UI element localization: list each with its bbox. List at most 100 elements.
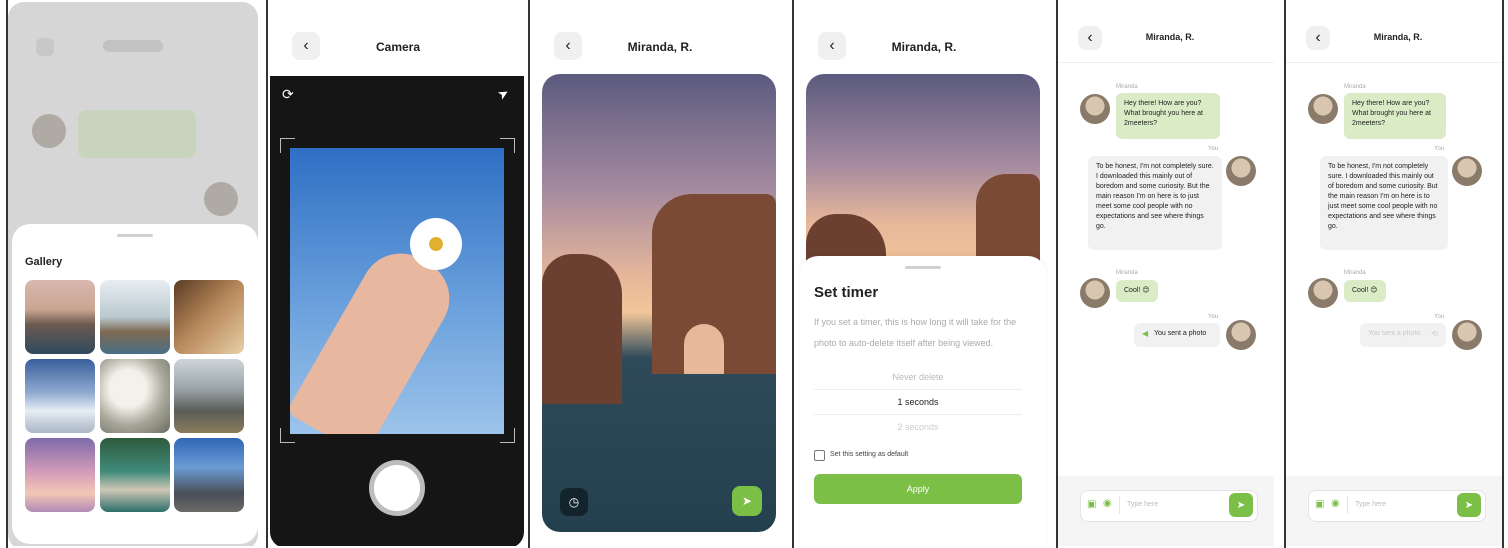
camera-screen: ‹ Camera ⟳ ➤ (268, 2, 528, 546)
gallery-photo[interactable] (25, 438, 95, 512)
page-title: Camera (375, 40, 421, 54)
message-input[interactable]: ▣ ◉ Type here ➤ (1080, 490, 1258, 522)
message-bubble: Hey there! How are you? What brought you… (1344, 93, 1446, 139)
photo-message-bubble[interactable]: You sent a photo ⟲ (1360, 323, 1446, 347)
back-button[interactable]: ‹ (1078, 26, 1102, 50)
switch-camera-icon[interactable]: ⟳ (282, 86, 294, 103)
sender-label: Miranda (1116, 270, 1138, 276)
page-title: Miranda, R. (1145, 32, 1195, 42)
clock-icon: ◷ (568, 495, 580, 509)
gallery-photo[interactable] (25, 280, 95, 354)
chevron-left-icon: ‹ (1315, 29, 1321, 46)
divider (1347, 496, 1348, 514)
timer-option[interactable]: Never delete (814, 372, 1022, 382)
avatar (1452, 156, 1482, 186)
input-placeholder: Type here (1127, 501, 1159, 508)
page-title: Miranda, R. (891, 40, 957, 54)
avatar (1308, 94, 1338, 124)
gallery-photo[interactable] (174, 438, 244, 512)
photo-preview-image (806, 74, 1040, 274)
avatar (1080, 94, 1110, 124)
viewed-icon: ⟲ (1431, 329, 1438, 338)
page-title: Miranda, R. (1373, 32, 1423, 42)
gallery-screen: Gallery (8, 2, 266, 546)
chevron-left-icon: ‹ (565, 37, 571, 54)
gallery-photo[interactable] (100, 280, 170, 354)
apply-button[interactable]: Apply (814, 474, 1022, 504)
sheet-handle[interactable] (905, 266, 941, 269)
photo-message-bubble[interactable]: ◀ You sent a photo (1134, 323, 1220, 347)
avatar (1226, 156, 1256, 186)
timer-description: If you set a timer, this is how long it … (814, 317, 1017, 348)
chevron-left-icon: ‹ (303, 37, 309, 54)
back-button[interactable]: ‹ (292, 32, 320, 60)
page-title: Miranda, R. (627, 40, 693, 54)
gallery-icon[interactable]: ▣ (1087, 499, 1096, 510)
play-icon: ◀ (1142, 329, 1149, 338)
message-input[interactable]: ▣ ◉ Type here ➤ (1308, 490, 1486, 522)
message-bubble: To be honest, I'm not completely sure. I… (1088, 156, 1222, 250)
message-bubble: To be honest, I'm not completely sure. I… (1320, 156, 1448, 250)
gallery-photo[interactable] (100, 438, 170, 512)
camera-viewport: ⟳ ➤ (270, 76, 524, 546)
gallery-photo[interactable] (25, 359, 95, 433)
photo-message-label: You sent a photo (1368, 330, 1421, 337)
timer-button[interactable]: ◷ (560, 488, 588, 516)
gallery-icon[interactable]: ▣ (1315, 499, 1324, 510)
gallery-photo[interactable] (174, 359, 244, 433)
timer-option[interactable]: 2 seconds (814, 422, 1022, 432)
default-checkbox[interactable] (814, 450, 825, 461)
message-bubble: Hey there! How are you? What brought you… (1116, 93, 1220, 139)
sender-label: You (1208, 146, 1219, 152)
back-button[interactable]: ‹ (1306, 26, 1330, 50)
sender-label: You (1208, 314, 1219, 320)
timer-option-selected[interactable]: 1 seconds (814, 397, 1022, 407)
camera-icon[interactable]: ◉ (1103, 498, 1112, 509)
sheet-title: Set timer (814, 284, 879, 301)
camera-icon[interactable]: ◉ (1331, 498, 1340, 509)
gallery-sheet: Gallery (12, 224, 258, 544)
divider (814, 414, 1022, 415)
input-placeholder: Type here (1355, 501, 1387, 508)
back-button[interactable]: ‹ (554, 32, 582, 60)
message-bubble: Cool! 😊 (1116, 280, 1158, 302)
divider (1119, 496, 1120, 514)
chat-screen: ‹ Miranda, R. Miranda Hey there! How are… (1286, 2, 1502, 546)
photo-preview-screen: ‹ Miranda, R. ◷ ➤ (530, 2, 792, 546)
sender-label: You (1434, 146, 1445, 152)
sender-label: Miranda (1344, 84, 1366, 90)
chevron-left-icon: ‹ (1087, 29, 1093, 46)
avatar (1226, 320, 1256, 350)
avatar (1308, 278, 1338, 308)
photo-preview-image (542, 74, 776, 532)
chevron-left-icon: ‹ (829, 37, 835, 54)
timer-sheet: Set timer If you set a timer, this is ho… (800, 256, 1046, 546)
send-button[interactable]: ➤ (732, 486, 762, 516)
sheet-handle[interactable] (117, 234, 153, 237)
frame-border (1502, 0, 1504, 548)
default-checkbox-label: Set this setting as default (830, 451, 909, 458)
sender-label: Miranda (1344, 270, 1366, 276)
sender-label: You (1434, 314, 1445, 320)
shutter-button[interactable] (369, 460, 425, 516)
divider (814, 389, 1022, 390)
send-arrow-icon: ➤ (1236, 499, 1246, 511)
send-button[interactable]: ➤ (1457, 493, 1481, 517)
send-arrow-icon: ➤ (1464, 499, 1474, 511)
avatar (1452, 320, 1482, 350)
divider (1058, 62, 1274, 63)
back-button[interactable]: ‹ (818, 32, 846, 60)
photo-message-label: You sent a photo (1154, 330, 1207, 337)
gallery-title: Gallery (25, 256, 63, 268)
set-timer-screen: ‹ Miranda, R. Set timer If you set a tim… (794, 2, 1056, 546)
send-arrow-icon: ➤ (741, 494, 753, 508)
chat-screen: ‹ Miranda, R. Miranda Hey there! How are… (1058, 2, 1284, 546)
gallery-photo[interactable] (100, 359, 170, 433)
divider (1286, 62, 1502, 63)
camera-preview-image (290, 148, 504, 434)
sender-label: Miranda (1116, 84, 1138, 90)
gallery-photo[interactable] (174, 280, 244, 354)
send-button[interactable]: ➤ (1229, 493, 1253, 517)
send-icon[interactable]: ➤ (495, 84, 512, 103)
message-bubble: Cool! 😊 (1344, 280, 1386, 302)
